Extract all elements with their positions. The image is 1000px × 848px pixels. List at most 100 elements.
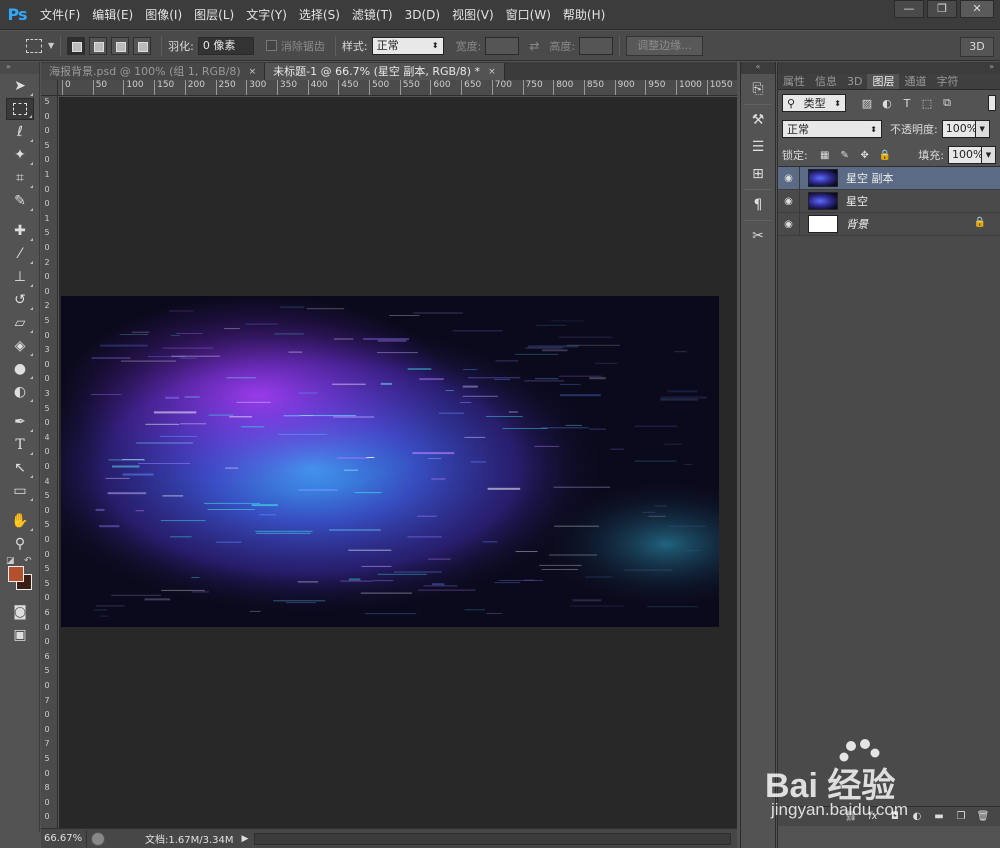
document-canvas[interactable]: [61, 296, 719, 627]
restore-button[interactable]: ❐: [927, 0, 957, 18]
tab-info[interactable]: 信息: [810, 74, 842, 89]
menu-select[interactable]: 选择(S): [293, 0, 346, 30]
blur-tool-icon[interactable]: ●: [6, 358, 34, 380]
history-brush-tool-icon[interactable]: ↺: [6, 289, 34, 311]
menu-type[interactable]: 文字(Y): [240, 0, 293, 30]
layer-row-background[interactable]: ◉ 背景 🔒: [778, 212, 1000, 236]
menu-view[interactable]: 视图(V): [446, 0, 500, 30]
fill-input[interactable]: 100%: [948, 146, 983, 164]
screen-mode-icon[interactable]: ▣: [6, 624, 34, 646]
history-panel-icon[interactable]: ⎘: [745, 77, 771, 101]
strip-collapse-icon[interactable]: «: [741, 62, 775, 74]
trash-icon[interactable]: 🗑: [974, 810, 992, 824]
eye-icon[interactable]: ◉: [778, 166, 800, 190]
healing-brush-tool-icon[interactable]: ✚: [6, 220, 34, 242]
toolbox-collapse-icon[interactable]: »: [0, 62, 39, 74]
zoom-tool-icon[interactable]: ⚲: [6, 533, 34, 555]
add-selection-button[interactable]: [89, 36, 108, 55]
eraser-tool-icon[interactable]: ▱: [6, 312, 34, 334]
pixel-filter-icon[interactable]: ▨: [860, 96, 874, 110]
menu-file[interactable]: 文件(F): [34, 0, 86, 30]
shape-filter-icon[interactable]: ⬚: [920, 96, 934, 110]
tab-layers[interactable]: 图层: [867, 74, 900, 89]
lock-position-icon[interactable]: ✥: [858, 148, 872, 162]
opacity-input[interactable]: 100%: [941, 120, 977, 138]
menu-3d[interactable]: 3D(D): [399, 0, 446, 30]
menu-help[interactable]: 帮助(H): [557, 0, 611, 30]
pen-tool-icon[interactable]: ✒: [6, 411, 34, 433]
opacity-dropdown-icon[interactable]: ▼: [975, 120, 990, 138]
tool-presets-icon[interactable]: ⚒: [745, 108, 771, 132]
rect-marquee-tool-icon[interactable]: [6, 98, 34, 120]
lock-all-icon[interactable]: 🔒: [878, 148, 892, 162]
canvas-area[interactable]: [59, 97, 737, 828]
dodge-tool-icon[interactable]: ◐: [6, 381, 34, 403]
fill-dropdown-icon[interactable]: ▼: [982, 146, 996, 164]
lasso-tool-icon[interactable]: ℓ: [6, 121, 34, 143]
type-tool-icon[interactable]: T: [6, 434, 34, 456]
minimize-button[interactable]: —: [894, 0, 924, 18]
menu-edit[interactable]: 编辑(E): [86, 0, 139, 30]
default-colors-icon[interactable]: ◪: [6, 556, 15, 566]
magic-wand-tool-icon[interactable]: ✦: [6, 144, 34, 166]
intersect-selection-button[interactable]: [133, 36, 152, 55]
tab-3d[interactable]: 3D: [842, 74, 867, 89]
panel-collapse-icon[interactable]: »: [778, 62, 1000, 74]
style-select[interactable]: 正常 ⬍: [371, 36, 444, 55]
rect-marquee-preset-icon[interactable]: [26, 38, 42, 53]
zoom-readout[interactable]: 66.67%: [41, 829, 87, 848]
width-input[interactable]: [485, 36, 520, 55]
swap-width-height-icon[interactable]: ⇄: [529, 39, 539, 53]
crop-tool-icon[interactable]: ⌗: [6, 167, 34, 189]
close-icon[interactable]: ×: [249, 64, 257, 80]
layer-comps-icon[interactable]: ⊞: [745, 162, 771, 186]
subtract-selection-button[interactable]: [111, 36, 130, 55]
lock-image-icon[interactable]: ✎: [838, 148, 852, 162]
clone-stamp-tool-icon[interactable]: ⊥: [6, 266, 34, 288]
height-input[interactable]: [579, 36, 614, 55]
menu-image[interactable]: 图像(I): [139, 0, 188, 30]
workspace-3d-button[interactable]: 3D: [960, 37, 994, 57]
menu-layer[interactable]: 图层(L): [188, 0, 240, 30]
layer-row-star[interactable]: ◉ 星空: [778, 189, 1000, 213]
menu-window[interactable]: 窗口(W): [500, 0, 557, 30]
eye-icon[interactable]: ◉: [778, 212, 800, 236]
ruler-origin[interactable]: [41, 80, 58, 96]
tab-poster-background[interactable]: 海报背景.psd @ 100% (组 1, RGB/8) ×: [41, 63, 266, 80]
tools-settings-icon[interactable]: ✂: [745, 224, 771, 248]
adjustments-icon[interactable]: ☰: [745, 135, 771, 159]
tab-character[interactable]: 字符: [931, 74, 963, 89]
adjustment-filter-icon[interactable]: ◐: [880, 96, 894, 110]
paint-bucket-tool-icon[interactable]: ◈: [6, 335, 34, 357]
blend-mode-select[interactable]: 正常 ⬍: [782, 120, 882, 138]
quick-mask-icon[interactable]: ◙: [6, 601, 34, 623]
tab-channels[interactable]: 通道: [899, 74, 931, 89]
path-selection-tool-icon[interactable]: ↖: [6, 457, 34, 479]
foreground-color-swatch[interactable]: [8, 566, 24, 582]
eye-icon[interactable]: ◉: [778, 189, 800, 213]
close-icon[interactable]: ×: [488, 64, 496, 80]
info-icon[interactable]: [91, 831, 105, 846]
horizontal-scrollbar[interactable]: [254, 832, 731, 845]
smart-object-filter-icon[interactable]: ⧉: [940, 96, 954, 110]
layer-row-star-copy[interactable]: ◉ 星空 副本: [778, 166, 1000, 190]
filter-toggle[interactable]: [988, 95, 996, 111]
paragraph-icon[interactable]: ¶: [745, 193, 771, 217]
horizontal-ruler[interactable]: 0 50 100 150 200 250 300 350 400 450 500 550 600 650 7…: [58, 80, 737, 96]
feather-input[interactable]: 0 像素: [197, 36, 254, 55]
status-menu-arrow-icon[interactable]: ▶: [242, 834, 249, 844]
brush-tool-icon[interactable]: ⁄: [6, 243, 34, 265]
type-filter-icon[interactable]: T: [900, 96, 914, 110]
eyedropper-tool-icon[interactable]: ✎: [6, 190, 34, 212]
rectangle-tool-icon[interactable]: ▭: [6, 480, 34, 502]
new-selection-button[interactable]: [67, 36, 86, 55]
filter-type-select[interactable]: ⚲ 类型 ⬍: [782, 94, 846, 112]
hand-tool-icon[interactable]: ✋: [6, 510, 34, 532]
lock-transparent-icon[interactable]: ▦: [818, 148, 832, 162]
antialias-checkbox[interactable]: [265, 40, 277, 51]
move-tool-icon[interactable]: ➤: [6, 75, 34, 97]
menu-filter[interactable]: 滤镜(T): [346, 0, 399, 30]
close-button[interactable]: ✕: [960, 0, 994, 18]
tab-untitled-1[interactable]: 未标题-1 @ 66.7% (星空 副本, RGB/8) * ×: [265, 63, 505, 80]
vertical-ruler[interactable]: 5 0 0 5 0 1 0 0 1 5 0 2 0 0 2 5 0 3 0 0 3 5 0 4 0 0 4 5 0 5 0 0 5 5 0 6 0 0 6 5…: [41, 80, 58, 828]
